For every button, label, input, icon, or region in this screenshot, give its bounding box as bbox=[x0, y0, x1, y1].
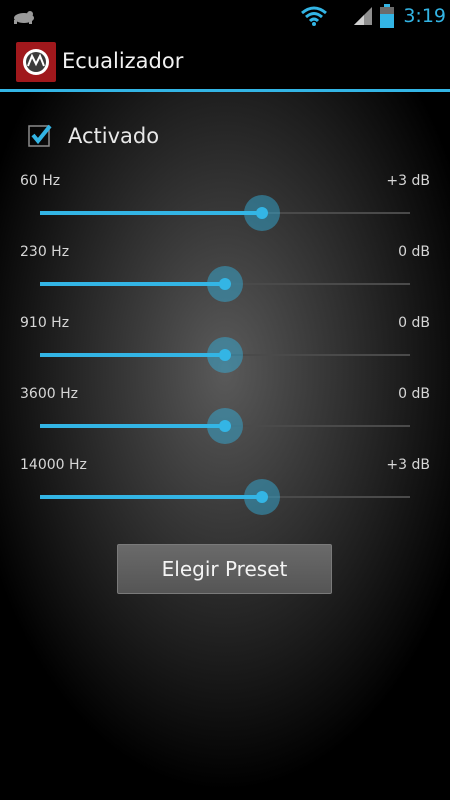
band-frequency: 60 Hz bbox=[20, 173, 61, 189]
band-slider[interactable] bbox=[40, 266, 410, 302]
band-slider[interactable] bbox=[40, 408, 410, 444]
slider-thumb-core bbox=[256, 491, 268, 503]
notification-icon bbox=[14, 11, 34, 24]
action-bar-divider bbox=[0, 89, 450, 92]
page-title: Ecualizador bbox=[62, 49, 184, 73]
band-frequency: 910 Hz bbox=[20, 315, 70, 331]
slider-fill bbox=[40, 282, 225, 286]
slider-fill bbox=[40, 495, 262, 499]
slider-fill bbox=[40, 353, 225, 357]
slider-thumb[interactable] bbox=[207, 266, 243, 302]
band-gain: +3 dB bbox=[386, 173, 430, 189]
action-bar: Ecualizador bbox=[0, 33, 450, 90]
band-60hz: 60 Hz +3 dB bbox=[0, 173, 450, 243]
slider-thumb[interactable] bbox=[207, 337, 243, 373]
enabled-label: Activado bbox=[68, 124, 160, 148]
choose-preset-button[interactable]: Elegir Preset bbox=[117, 544, 332, 594]
band-gain: 0 dB bbox=[398, 244, 430, 260]
battery-icon bbox=[380, 4, 394, 28]
signal-icon bbox=[354, 7, 372, 25]
band-frequency: 230 Hz bbox=[20, 244, 70, 260]
slider-thumb-core bbox=[219, 349, 231, 361]
equalizer-screen: 3:19 Ecualizador Activado 60 Hz +3 dB 23… bbox=[0, 0, 450, 800]
slider-thumb[interactable] bbox=[244, 479, 280, 515]
band-gain: +3 dB bbox=[386, 457, 430, 473]
band-gain: 0 dB bbox=[398, 386, 430, 402]
equalizer-logo-icon bbox=[23, 49, 49, 75]
slider-thumb-core bbox=[219, 278, 231, 290]
wifi-icon bbox=[301, 6, 327, 26]
band-3600hz: 3600 Hz 0 dB bbox=[0, 386, 450, 456]
band-910hz: 910 Hz 0 dB bbox=[0, 315, 450, 385]
status-bar: 3:19 bbox=[0, 0, 450, 33]
equalizer-app-icon[interactable] bbox=[16, 42, 56, 82]
slider-thumb-core bbox=[256, 207, 268, 219]
band-230hz: 230 Hz 0 dB bbox=[0, 244, 450, 314]
band-frequency: 14000 Hz bbox=[20, 457, 87, 473]
enabled-checkbox[interactable] bbox=[28, 123, 52, 147]
band-slider[interactable] bbox=[40, 337, 410, 373]
slider-thumb[interactable] bbox=[244, 195, 280, 231]
band-slider[interactable] bbox=[40, 479, 410, 515]
slider-thumb-core bbox=[219, 420, 231, 432]
band-gain: 0 dB bbox=[398, 315, 430, 331]
band-14000hz: 14000 Hz +3 dB bbox=[0, 457, 450, 527]
status-clock: 3:19 bbox=[403, 5, 446, 27]
band-slider[interactable] bbox=[40, 195, 410, 231]
slider-thumb[interactable] bbox=[207, 408, 243, 444]
slider-fill bbox=[40, 211, 262, 215]
slider-fill bbox=[40, 424, 225, 428]
band-frequency: 3600 Hz bbox=[20, 386, 78, 402]
